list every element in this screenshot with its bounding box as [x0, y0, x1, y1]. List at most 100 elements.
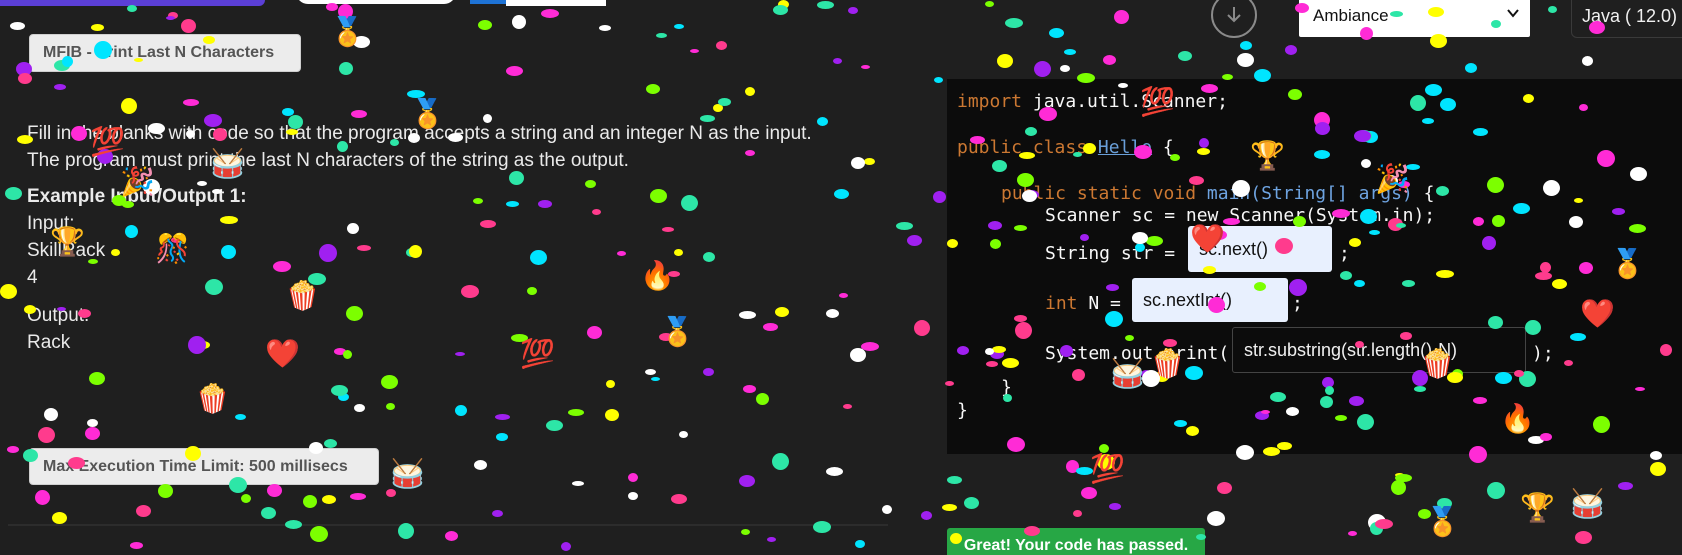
- confetti-dot: [310, 526, 328, 542]
- code-semicolon: ;: [1292, 293, 1303, 314]
- code-line-int: int N =: [1045, 293, 1132, 314]
- confetti-dot: [1178, 51, 1192, 61]
- confetti-dot: [861, 65, 870, 69]
- confetti-dot: [1081, 487, 1097, 499]
- confetti-dot: [1076, 467, 1093, 475]
- confetti-dot: [741, 529, 750, 535]
- top-tab-secondary[interactable]: [506, 0, 606, 6]
- confetti-emoji: 🏅: [1425, 506, 1460, 537]
- confetti-dot: [331, 385, 348, 396]
- confetti-dot: [848, 7, 858, 14]
- confetti-dot: [605, 409, 619, 421]
- description-line-2: The program must print the last N charac…: [27, 150, 629, 171]
- download-button[interactable]: [1211, 0, 1257, 38]
- confetti-emoji: 🏅: [330, 16, 365, 47]
- time-limit-button[interactable]: Max Execution Time Limit: 500 millisecs: [29, 448, 379, 485]
- confetti-dot: [1073, 510, 1082, 517]
- confetti-dot: [35, 490, 50, 505]
- confetti-dot: [386, 403, 395, 410]
- confetti-dot: [1285, 45, 1297, 55]
- confetti-dot: [1064, 49, 1076, 55]
- success-message[interactable]: Great! Your code has passed.: [947, 528, 1205, 555]
- confetti-dot: [38, 427, 55, 443]
- confetti-dot: [546, 420, 563, 431]
- confetti-dot: [91, 24, 104, 31]
- confetti-dot: [136, 505, 151, 517]
- confetti-dot: [671, 494, 687, 504]
- blank-input-3[interactable]: str.substring(str.length()-N): [1232, 327, 1526, 373]
- confetti-dot: [1391, 480, 1406, 495]
- confetti-dot: [1395, 474, 1412, 482]
- top-accent-bar: [0, 0, 265, 6]
- confetti-dot: [1548, 6, 1557, 13]
- confetti-dot: [947, 476, 962, 484]
- confetti-dot: [882, 505, 892, 514]
- blank-input-2[interactable]: sc.nextInt(): [1132, 278, 1288, 322]
- confetti-dot: [455, 405, 467, 416]
- confetti-dot: [772, 453, 789, 470]
- confetti-dot: [407, 90, 425, 98]
- confetti-dot: [628, 492, 638, 500]
- code-line-main: public static void main(String[] args) {: [1001, 183, 1435, 204]
- output-line: Rack: [27, 332, 71, 353]
- blank-input-1[interactable]: sc.next(): [1188, 226, 1332, 272]
- confetti-dot: [354, 404, 365, 412]
- theme-select[interactable]: Ambiance: [1299, 0, 1530, 37]
- download-icon: [1227, 7, 1241, 23]
- confetti-dot: [181, 19, 196, 33]
- top-tab-blue[interactable]: [470, 0, 506, 4]
- confetti-dot: [933, 191, 946, 203]
- confetti-dot: [690, 49, 699, 53]
- confetti-dot: [158, 484, 173, 498]
- confetti-dot: [964, 497, 979, 509]
- confetti-dot: [914, 320, 930, 336]
- confetti-dot: [907, 235, 922, 246]
- output-label: Output:: [27, 305, 90, 326]
- confetti-dot: [1237, 53, 1254, 67]
- confetti-dot: [817, 1, 834, 9]
- app-root: MFIB - Print Last N Characters Fill in t…: [0, 0, 1682, 555]
- confetti-dot: [942, 504, 957, 511]
- problem-statement: Fill in the blanks with code so that the…: [27, 120, 877, 356]
- language-label[interactable]: Java ( 12.0): [1571, 0, 1682, 38]
- confetti-dot: [338, 4, 353, 19]
- confetti-dot: [703, 368, 714, 376]
- confetti-dot: [87, 419, 98, 427]
- confetti-dot: [985, 1, 994, 7]
- confetti-dot: [713, 104, 723, 112]
- code-line-scanner: Scanner sc = new Scanner(System.in);: [1045, 205, 1436, 226]
- input-line: SkillRack: [27, 240, 106, 261]
- code-line-class: public class Hello {: [957, 137, 1174, 158]
- code-line-string: String str =: [1045, 243, 1186, 264]
- confetti-dot: [18, 73, 32, 84]
- confetti-emoji: 💯: [1090, 453, 1125, 484]
- confetti-dot: [679, 431, 688, 438]
- confetti-dot: [1097, 454, 1115, 470]
- confetti-dot: [1575, 531, 1592, 544]
- confetti-dot: [5, 187, 22, 200]
- description-line-1: Fill in the blanks with code so that the…: [27, 123, 812, 144]
- confetti-dot: [921, 511, 932, 520]
- code-close-inner: }: [1001, 377, 1012, 398]
- confetti-dot: [1395, 473, 1404, 477]
- confetti-dot: [496, 433, 508, 441]
- confetti-dot: [674, 24, 684, 29]
- confetti-dot: [1114, 10, 1129, 24]
- code-semicolon: ;: [1339, 243, 1350, 264]
- confetti-dot: [813, 521, 831, 533]
- confetti-dot: [127, 5, 137, 12]
- confetti-dot: [168, 12, 178, 19]
- confetti-dot: [282, 108, 294, 116]
- confetti-dot: [512, 15, 526, 29]
- confetti-dot: [183, 99, 199, 106]
- confetti-dot: [350, 493, 366, 500]
- confetti-dot: [44, 408, 58, 421]
- confetti-dot: [1240, 41, 1252, 50]
- problem-title-button[interactable]: MFIB - Print Last N Characters: [29, 34, 301, 72]
- confetti-dot: [568, 409, 584, 416]
- confetti-dot: [833, 58, 842, 64]
- confetti-dot: [1368, 514, 1386, 531]
- confetti-dot: [561, 542, 571, 551]
- top-tab[interactable]: [296, 0, 456, 4]
- confetti-dot: [1066, 460, 1079, 473]
